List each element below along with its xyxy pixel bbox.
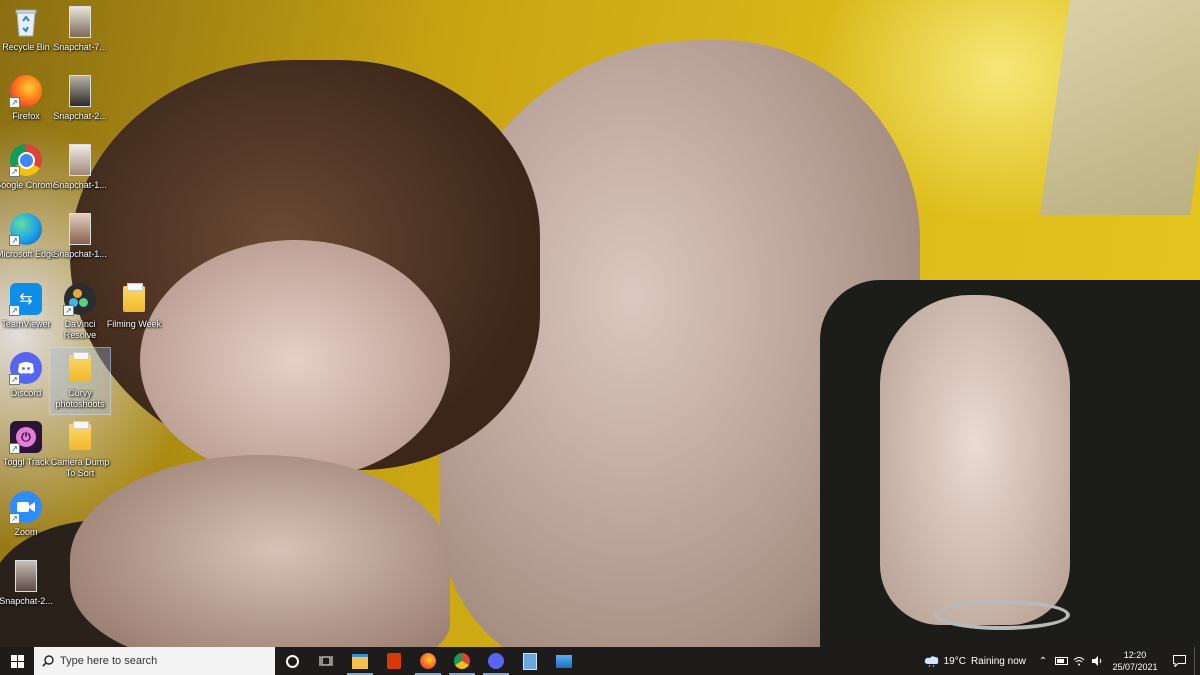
- task-view-icon: [319, 656, 333, 666]
- desktop-icon-label: Snapchat-1...: [53, 180, 107, 190]
- toggl-track-icon: ⏻ ↗: [9, 420, 43, 454]
- windows-logo-icon: [10, 654, 24, 668]
- taskbar: Type here to search 19°C Raining now ⌃ 1…: [0, 647, 1200, 675]
- desktop-icon-label: Snapchat-1...: [53, 249, 107, 259]
- image-thumbnail-icon: [63, 143, 97, 177]
- cloud-rain-icon: [924, 656, 938, 667]
- taskbar-clock[interactable]: 12:20 25/07/2021: [1106, 649, 1164, 673]
- start-button[interactable]: [0, 647, 34, 675]
- edge-icon: ↗: [9, 212, 43, 246]
- volume-icon[interactable]: [1088, 647, 1106, 675]
- weather-condition: Raining now: [970, 655, 1026, 667]
- desktop-icon-snapchat-1b[interactable]: Snapchat-1...: [50, 209, 110, 275]
- shortcut-arrow-icon: ↗: [9, 305, 20, 316]
- desktop-icon-label: Camera Dump To Sort: [50, 457, 110, 478]
- desktop-icon-snapchat-2[interactable]: Snapchat-2...: [50, 71, 110, 137]
- image-thumbnail-icon: [63, 5, 97, 39]
- desktop-icon-firefox[interactable]: ↗ Firefox: [0, 71, 56, 137]
- discord-icon: [488, 653, 504, 669]
- notification-icon: [1172, 655, 1186, 667]
- recycle-bin-icon: [9, 5, 43, 39]
- taskbar-calculator[interactable]: [513, 647, 547, 675]
- shortcut-arrow-icon: ↗: [9, 374, 20, 385]
- desktop-icon-label: Snapchat-2...: [0, 596, 53, 606]
- folder-icon: [117, 282, 151, 316]
- image-thumbnail-icon: [63, 74, 97, 108]
- clock-date: 25/07/2021: [1112, 662, 1158, 672]
- wallpaper-face-lower: [70, 455, 450, 647]
- wallpaper-lamp: [1039, 0, 1200, 215]
- desktop-icon-microsoft-edge[interactable]: ↗ Microsoft Edge: [0, 209, 56, 275]
- desktop-icon-davinci-resolve[interactable]: ↗ DaVinci Resolve: [50, 279, 110, 345]
- taskbar-photos[interactable]: [547, 647, 581, 675]
- calculator-icon: [523, 652, 537, 670]
- search-placeholder: Type here to search: [60, 655, 158, 667]
- desktop-icon-snapchat-7[interactable]: Snapchat-7...: [50, 2, 110, 68]
- desktop-icon-snapchat-1a[interactable]: Snapchat-1...: [50, 140, 110, 206]
- wallpaper-hand: [880, 295, 1070, 625]
- image-thumbnail-icon: [63, 212, 97, 246]
- taskbar-office[interactable]: [377, 647, 411, 675]
- weather-temperature: 19°C: [943, 655, 966, 667]
- zoom-icon: ↗: [9, 490, 43, 524]
- desktop-icon-recycle-bin[interactable]: Recycle Bin: [0, 2, 56, 68]
- search-icon: [42, 655, 54, 667]
- desktop-wallpaper: [0, 0, 1200, 647]
- clock-time: 12:20: [1123, 650, 1147, 660]
- chrome-icon: [454, 653, 470, 669]
- show-hidden-icons-chevron-up-icon[interactable]: ⌃: [1034, 647, 1052, 675]
- desktop-icon-curvy-photoshoots[interactable]: Curvy photoshoots: [49, 347, 111, 415]
- show-desktop-button[interactable]: [1194, 647, 1200, 675]
- desktop-icon-snapchat-2-bottom[interactable]: Snapchat-2...: [0, 556, 56, 622]
- folder-icon: [63, 351, 97, 385]
- folder-icon: [63, 420, 97, 454]
- wifi-icon[interactable]: [1070, 647, 1088, 675]
- action-center-button[interactable]: [1164, 647, 1194, 675]
- desktop-icon-zoom[interactable]: ↗ Zoom: [0, 487, 56, 553]
- taskbar-chrome[interactable]: [445, 647, 479, 675]
- shortcut-arrow-icon: ↗: [9, 235, 20, 246]
- cortana-circle-icon: [285, 654, 299, 668]
- davinci-resolve-icon: ↗: [63, 282, 97, 316]
- image-thumbnail-icon: [9, 559, 43, 593]
- desktop-icon-label: Filming Week: [106, 319, 162, 329]
- desktop-icon-google-chrome[interactable]: ↗ Google Chrome: [0, 140, 58, 206]
- taskbar-file-explorer[interactable]: [343, 647, 377, 675]
- taskbar-search-box[interactable]: Type here to search: [34, 647, 275, 675]
- desktop-icon-label: Zoom: [14, 527, 38, 537]
- desktop-icon-label: Snapchat-7...: [53, 42, 107, 52]
- chrome-icon: ↗: [9, 143, 43, 177]
- shortcut-arrow-icon: ↗: [9, 166, 20, 177]
- system-tray: 19°C Raining now ⌃ 12:20 25/07/2021: [924, 647, 1200, 675]
- taskbar-discord[interactable]: [479, 647, 513, 675]
- weather-widget[interactable]: 19°C Raining now: [924, 655, 1026, 667]
- firefox-icon: ↗: [9, 74, 43, 108]
- shortcut-arrow-icon: ↗: [9, 513, 20, 524]
- shortcut-arrow-icon: ↗: [63, 305, 74, 316]
- photos-icon: [556, 654, 572, 668]
- discord-icon: ↗: [9, 351, 43, 385]
- desktop-icon-label: Curvy photoshoots: [55, 388, 105, 409]
- wallpaper-face: [140, 240, 450, 480]
- firefox-icon: [420, 653, 436, 669]
- desktop-icon-label: Snapchat-2...: [53, 111, 107, 121]
- cortana-button[interactable]: [275, 647, 309, 675]
- wallpaper-bracelet: [934, 600, 1070, 630]
- desktop-icon-filming-week[interactable]: Filming Week: [104, 279, 164, 345]
- desktop-icon-camera-dump[interactable]: Camera Dump To Sort: [50, 417, 110, 483]
- task-view-button[interactable]: [309, 647, 343, 675]
- shortcut-arrow-icon: ↗: [9, 97, 20, 108]
- office-icon: [387, 653, 401, 669]
- battery-icon[interactable]: [1052, 647, 1070, 675]
- teamviewer-icon: ⇆ ↗: [9, 282, 43, 316]
- shortcut-arrow-icon: ↗: [9, 443, 20, 454]
- taskbar-firefox[interactable]: [411, 647, 445, 675]
- file-explorer-icon: [352, 653, 368, 669]
